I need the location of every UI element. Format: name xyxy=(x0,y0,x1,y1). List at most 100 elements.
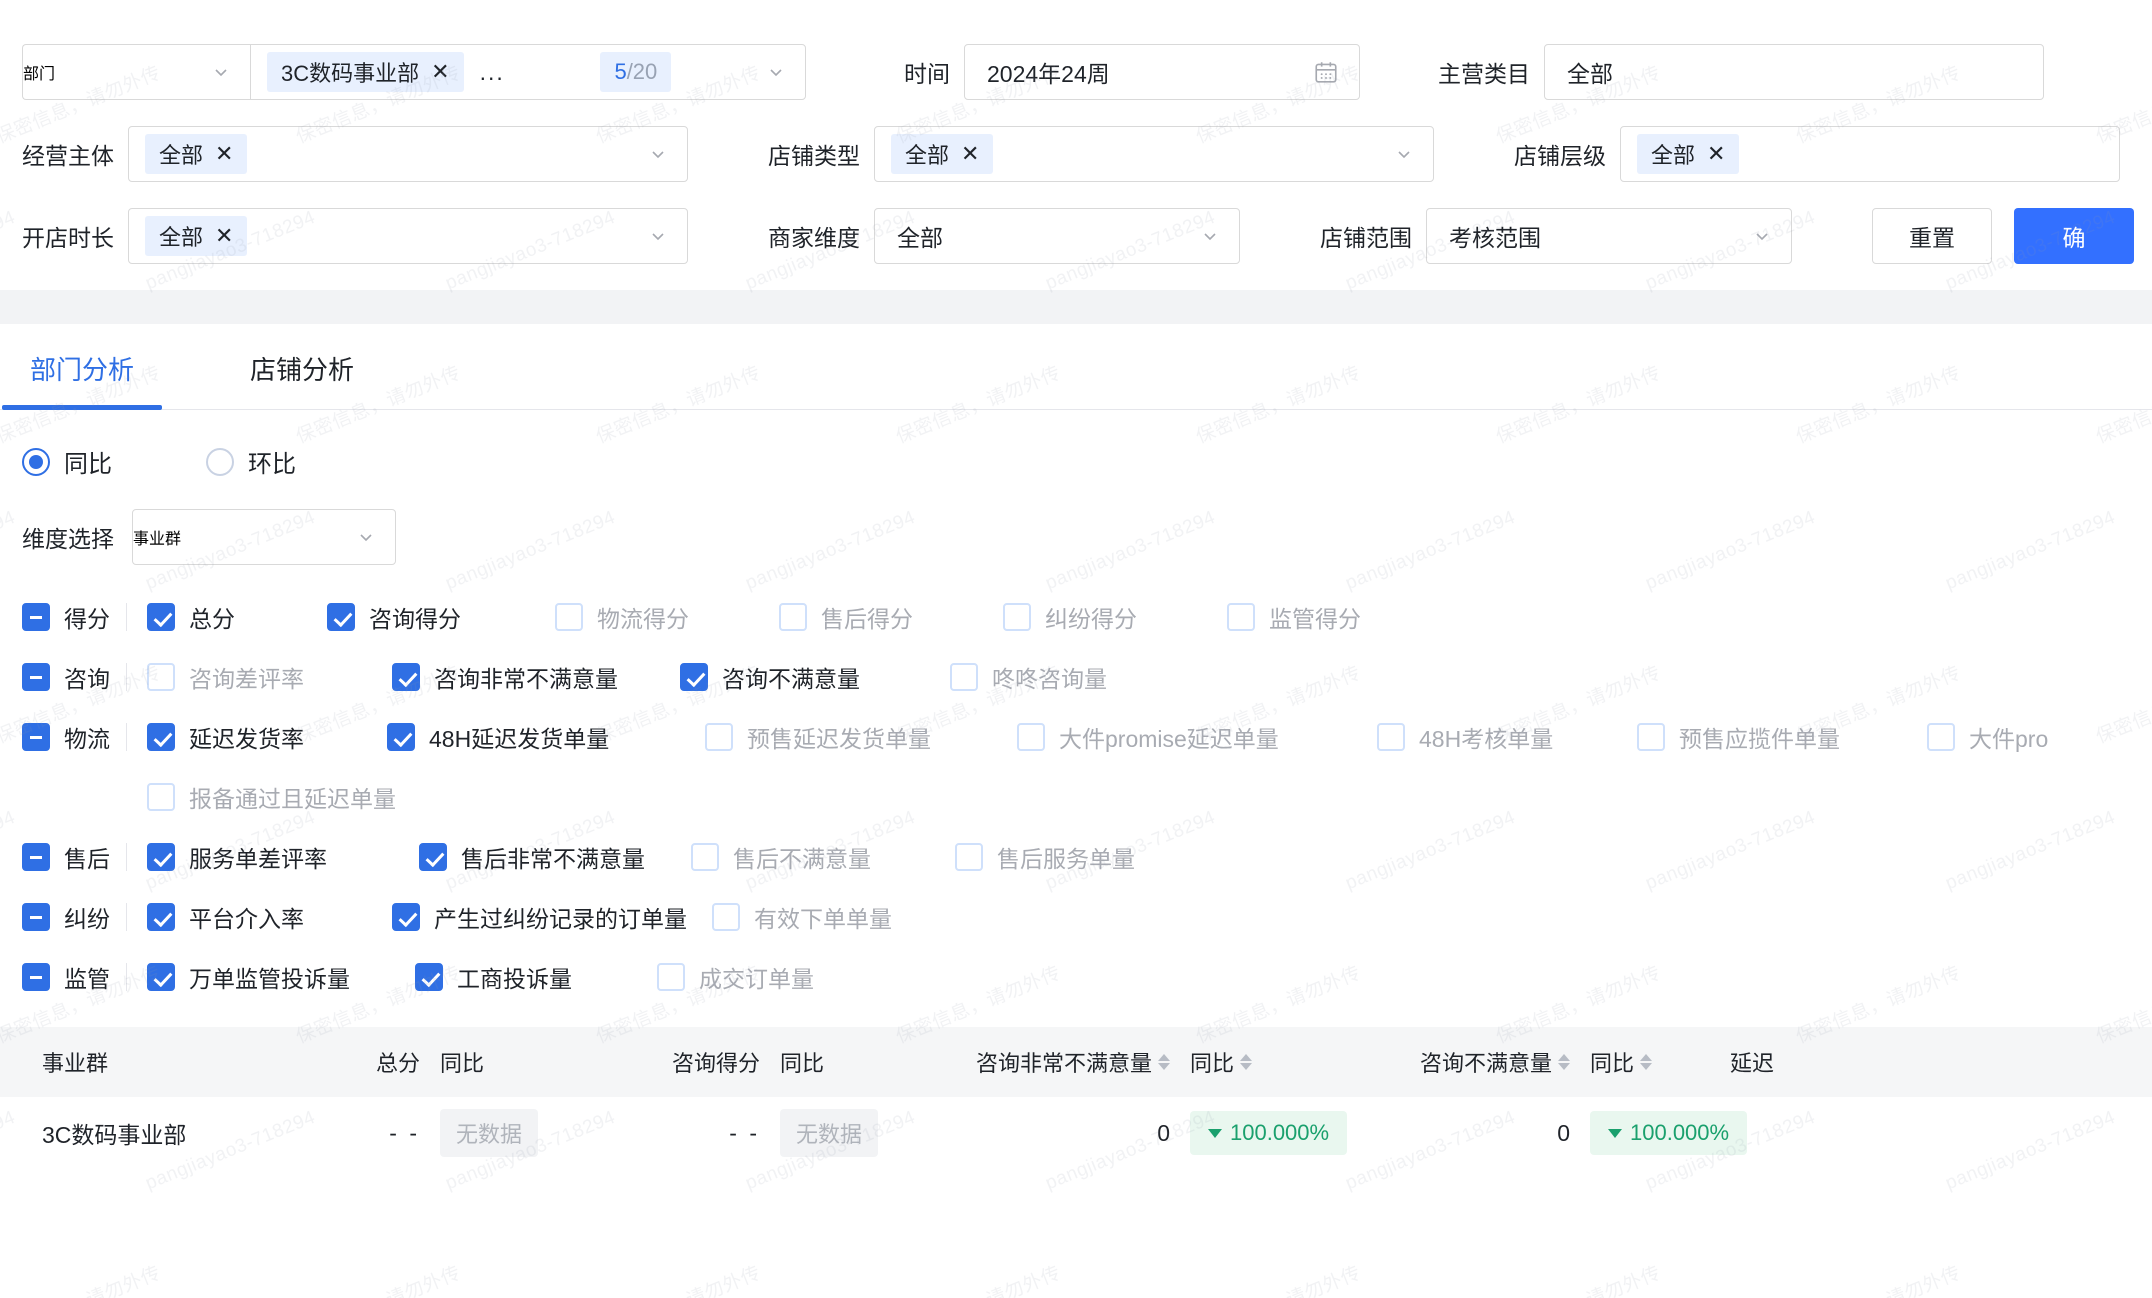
sort-icon[interactable] xyxy=(1158,1054,1170,1070)
table-header-cell-sortable[interactable]: 咨询非常不满意量 xyxy=(920,1046,1170,1078)
radio-mom[interactable]: 环比 xyxy=(206,444,296,479)
checkbox-indicator xyxy=(147,783,175,811)
metric-group-toggle-consult[interactable]: 咨询 xyxy=(22,660,122,694)
checkbox-supervision-score[interactable]: 监管得分 xyxy=(1227,600,1361,634)
trend-down-icon xyxy=(1608,1128,1622,1138)
checkbox-bulky-promise-delay-orders[interactable]: 大件promise延迟单量 xyxy=(1017,720,1377,754)
metric-group-toggle-logistics[interactable]: 物流 xyxy=(22,720,122,754)
checkbox-reported-and-delayed-orders[interactable]: 报备通过且延迟单量 xyxy=(147,780,396,814)
chevron-down-icon[interactable] xyxy=(1201,227,1219,245)
shop-tier-select[interactable]: 全部 ✕ xyxy=(1620,126,2120,182)
checkbox-logistics-score[interactable]: 物流得分 xyxy=(555,600,779,634)
checkbox-presale-pickup-orders[interactable]: 预售应揽件单量 xyxy=(1637,720,1927,754)
checkbox-dispute-score[interactable]: 纠纷得分 xyxy=(1003,600,1227,634)
shop-scope-select[interactable]: 考核范围 xyxy=(1426,208,1792,264)
checkbox-consult-score[interactable]: 咨询得分 xyxy=(327,600,555,634)
table-header-cell-sortable[interactable]: 咨询不满意量 xyxy=(1330,1046,1570,1078)
metric-group-toggle-aftersales[interactable]: 售后 xyxy=(22,840,122,874)
chevron-down-icon[interactable] xyxy=(357,528,375,546)
watermark-text: 保密信息，请勿外传 xyxy=(1791,1258,1964,1298)
reset-button[interactable]: 重置 xyxy=(1872,208,1992,264)
checkbox-48h-assessed-orders[interactable]: 48H考核单量 xyxy=(1377,720,1637,754)
checkbox-aftersales-unsatisfied[interactable]: 售后不满意量 xyxy=(691,840,955,874)
shop-type-select[interactable]: 全部 ✕ xyxy=(874,126,1434,182)
close-icon[interactable]: ✕ xyxy=(431,61,449,83)
checkbox-disputed-orders[interactable]: 产生过纠纷记录的订单量 xyxy=(392,900,712,934)
checkbox-label: 预售应揽件单量 xyxy=(1679,726,1840,752)
checkbox-business-complaints[interactable]: 工商投诉量 xyxy=(415,960,657,994)
chevron-down-icon[interactable] xyxy=(1753,227,1771,245)
calendar-icon[interactable] xyxy=(1313,59,1339,85)
close-icon[interactable]: ✕ xyxy=(1707,143,1725,165)
watermark-text: 保密信息，请勿外传 xyxy=(1491,1258,1664,1298)
metric-group-toggle-score[interactable]: 得分 xyxy=(22,600,122,634)
table-header-cell-sortable[interactable]: 同比 xyxy=(1170,1046,1330,1078)
checkbox-aftersales-score[interactable]: 售后得分 xyxy=(779,600,1003,634)
department-type-select[interactable]: 部门 xyxy=(22,44,250,100)
tab-shop-analysis[interactable]: 店铺分析 xyxy=(242,350,362,409)
checkbox-48h-delay-orders[interactable]: 48H延迟发货单量 xyxy=(387,720,705,754)
checkbox-consult-bad-rate[interactable]: 咨询差评率 xyxy=(147,660,392,694)
checkbox-total-score[interactable]: 总分 xyxy=(147,600,327,634)
cell-very-unsatisfied-yoy: 100.000% xyxy=(1190,1111,1348,1155)
checkbox-presale-delay-orders[interactable]: 预售延迟发货单量 xyxy=(705,720,1017,754)
department-count-badge: 5/20 xyxy=(600,52,672,92)
department-value-select[interactable]: 3C数码事业部 ✕ ... 5/20 xyxy=(250,44,806,100)
checkbox-bulky-pro-truncated[interactable]: 大件pro xyxy=(1927,720,2048,754)
open-duration-label: 开店时长 xyxy=(22,225,114,251)
checkbox-aftersales-very-unsatisfied[interactable]: 售后非常不满意量 xyxy=(419,840,691,874)
checkbox-delay-ship-rate[interactable]: 延迟发货率 xyxy=(147,720,387,754)
checkbox-label: 售后不满意量 xyxy=(733,846,871,872)
table-row[interactable]: 3C数码事业部 - - 无数据 - - 无数据 0 100.000% 0 100… xyxy=(0,1097,2152,1169)
close-icon[interactable]: ✕ xyxy=(961,143,979,165)
checkbox-dongdong-consult[interactable]: 咚咚咨询量 xyxy=(950,660,1107,694)
shop-tier-tag[interactable]: 全部 ✕ xyxy=(1637,134,1740,174)
chevron-down-icon[interactable] xyxy=(649,227,667,245)
checkbox-indicator xyxy=(1227,603,1255,631)
checkbox-platform-intervention-rate[interactable]: 平台介入率 xyxy=(147,900,392,934)
shop-type-tag[interactable]: 全部 ✕ xyxy=(891,134,994,174)
tab-department-analysis[interactable]: 部门分析 xyxy=(1,350,163,410)
time-picker[interactable]: 2024年24周 xyxy=(964,44,1360,100)
metric-group-toggle-dispute[interactable]: 纠纷 xyxy=(22,900,122,934)
dimension-select[interactable]: 事业群 xyxy=(132,509,396,565)
business-entity-select[interactable]: 全部 ✕ xyxy=(128,126,688,182)
chevron-down-icon[interactable] xyxy=(1395,145,1413,163)
sort-icon[interactable] xyxy=(1558,1054,1570,1070)
checkbox-service-bad-rate[interactable]: 服务单差评率 xyxy=(147,840,419,874)
merchant-dimension-select[interactable]: 全部 xyxy=(874,208,1240,264)
business-entity-tag[interactable]: 全部 ✕ xyxy=(145,134,248,174)
open-duration-tag[interactable]: 全部 ✕ xyxy=(145,216,248,256)
metric-group-label: 物流 xyxy=(64,726,110,752)
divider xyxy=(126,903,127,931)
checkbox-label: 售后服务单量 xyxy=(997,846,1135,872)
sort-icon[interactable] xyxy=(1240,1054,1253,1070)
metric-group-toggle-supervision[interactable]: 监管 xyxy=(22,960,122,994)
checkbox-indicator xyxy=(712,903,740,931)
chevron-down-icon[interactable] xyxy=(649,145,667,163)
page-root: 部门 3C数码事业部 ✕ ... 5/20 时间 2024年24周 主营类目 全… xyxy=(0,0,2152,1298)
open-duration-select[interactable]: 全部 ✕ xyxy=(128,208,688,264)
chevron-down-icon[interactable] xyxy=(767,63,785,81)
cell-total-score: - - xyxy=(389,1119,420,1146)
checkbox-indicator xyxy=(22,963,50,991)
checkbox-label: 48H考核单量 xyxy=(1419,726,1554,752)
confirm-button[interactable]: 确 xyxy=(2014,208,2134,264)
department-tag-label: 3C数码事业部 xyxy=(281,61,420,86)
department-tag[interactable]: 3C数码事业部 ✕ xyxy=(267,52,464,92)
close-icon[interactable]: ✕ xyxy=(215,143,233,165)
checkbox-transaction-orders[interactable]: 成交订单量 xyxy=(657,960,814,994)
department-filter[interactable]: 部门 3C数码事业部 ✕ ... 5/20 xyxy=(22,44,806,100)
metric-group-label: 咨询 xyxy=(64,666,110,692)
checkbox-consult-unsatisfied[interactable]: 咨询不满意量 xyxy=(680,660,950,694)
radio-yoy[interactable]: 同比 xyxy=(22,444,112,479)
close-icon[interactable]: ✕ xyxy=(215,225,233,247)
checkbox-consult-very-unsatisfied[interactable]: 咨询非常不满意量 xyxy=(392,660,680,694)
sort-icon[interactable] xyxy=(1640,1054,1653,1070)
checkbox-valid-orders[interactable]: 有效下单单量 xyxy=(712,900,892,934)
table-header-cell-sortable[interactable]: 同比 xyxy=(1570,1046,1730,1078)
main-category-select[interactable]: 全部 xyxy=(1544,44,2044,100)
checkbox-aftersales-service-orders[interactable]: 售后服务单量 xyxy=(955,840,1135,874)
checkbox-supervision-complaints-per-10k[interactable]: 万单监管投诉量 xyxy=(147,960,415,994)
business-entity-tag-label: 全部 xyxy=(159,143,204,168)
